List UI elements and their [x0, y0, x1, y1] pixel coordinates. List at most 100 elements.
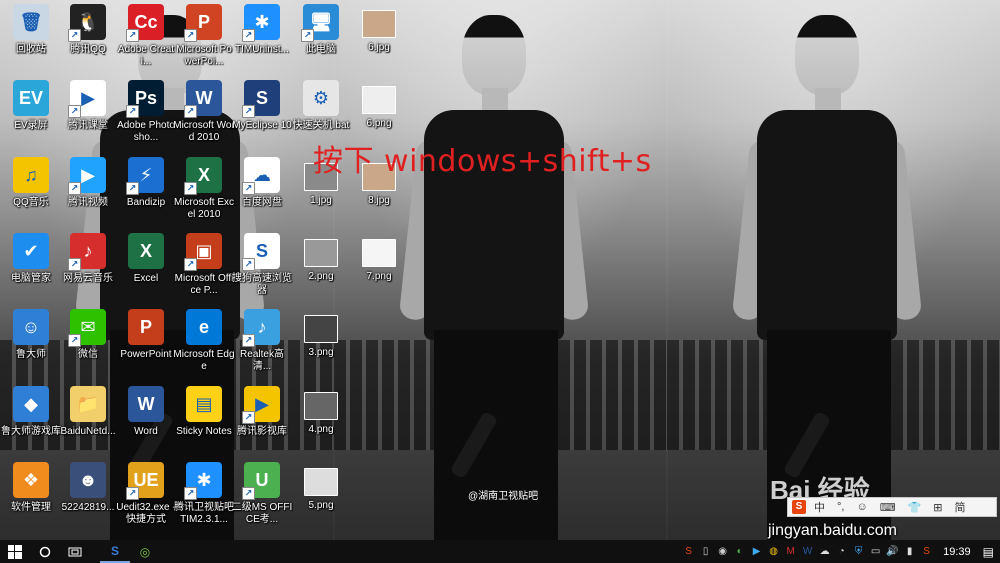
ime-toolbar-item[interactable]: 简	[951, 499, 970, 515]
software-manager-icon: ❖	[13, 462, 49, 498]
shortcut-arrow-icon: ↗	[68, 334, 81, 347]
desktop-icon-label: 鲁大师游戏库	[1, 426, 61, 437]
desktop-icon[interactable]: ▶ ↗ 腾讯影视库	[231, 386, 293, 438]
desktop-icon[interactable]: ⚡ ↗ Bandizip	[115, 157, 177, 209]
desktop-icon[interactable]: ☁ ↗ 百度网盘	[231, 157, 293, 209]
desktop-icon-label: BaiduNetd...	[60, 426, 116, 437]
instruction-overlay-text: 按下 windows+shift+s	[313, 144, 652, 179]
desktop-icon[interactable]: P PowerPoint	[115, 309, 177, 361]
desktop-icon-label: 52242819...	[61, 502, 115, 513]
desktop-icon[interactable]: S ↗ 搜狗高速浏览器	[231, 233, 293, 297]
desktop-icon-label: 搜狗高速浏览器	[232, 273, 292, 296]
desktop-icon[interactable]: Cc ↗ Adobe Creati...	[115, 4, 177, 68]
desktop-icon[interactable]: S ↗ MyEclipse 10	[231, 80, 293, 132]
desktop-icon[interactable]: 5.png	[290, 462, 352, 512]
image-thumb-icon	[304, 392, 338, 420]
taskbar-clock[interactable]: 19:39	[943, 546, 971, 558]
shortcut-arrow-icon: ↗	[242, 411, 255, 424]
desktop-icon[interactable]: 🖥 ↗ 此电脑	[290, 4, 352, 56]
desktop-icon[interactable]: 2.png	[290, 233, 352, 283]
desktop-icon[interactable]: P ↗ Microsoft PowerPoi...	[173, 4, 235, 68]
desktop-icon[interactable]: ▶ ↗ 腾讯视频	[57, 157, 119, 209]
usb-tray-icon[interactable]: ▯	[699, 545, 712, 558]
desktop-icon[interactable]: ♪ ↗ Realtek高清...	[231, 309, 293, 373]
baidu-netdisk-icon: 📁	[70, 386, 106, 422]
desktop-icon-label: 腾讯影视库	[237, 426, 287, 437]
desktop-icon[interactable]: 7.png	[348, 233, 410, 283]
ime-toolbar-item[interactable]: 中	[810, 499, 829, 515]
wifi-tray-icon[interactable]: ◔	[835, 545, 848, 558]
desktop-icon[interactable]: W ↗ Microsoft Word 2010	[173, 80, 235, 144]
cortana-icon[interactable]	[30, 540, 60, 563]
volume-tray-icon[interactable]: 🔊	[886, 545, 899, 558]
desktop-icon-label: 6.jpg	[368, 42, 390, 53]
desktop-icon[interactable]: ✱ ↗ TIMUninst...	[231, 4, 293, 56]
desktop-icon-label: Word	[134, 426, 158, 437]
ime-toolbar-item[interactable]: ☺	[852, 501, 871, 513]
desktop-icon[interactable]: ✱ ↗ 腾讯卫视贴吧 TIM2.3.1...	[173, 462, 235, 526]
desktop-icon[interactable]: W Word	[115, 386, 177, 438]
shortcut-arrow-icon: ↗	[68, 105, 81, 118]
desktop-icon[interactable]: ✉ ↗ 微信	[57, 309, 119, 361]
realtek-icon: ♪ ↗	[242, 309, 280, 347]
desktop-icon[interactable]: Ps ↗ Adobe Photosho...	[115, 80, 177, 144]
desktop-icon-label: 回收站	[16, 44, 46, 55]
windows-start-icon[interactable]	[0, 540, 30, 563]
word-tray-icon[interactable]: W	[801, 545, 814, 558]
desktop-icon[interactable]: EV EV录屏	[0, 80, 62, 132]
security-tray-icon[interactable]: ◍	[767, 545, 780, 558]
desktop-icon[interactable]: 🐧 ↗ 腾讯QQ	[57, 4, 119, 56]
notification-icon[interactable]: ▤	[983, 545, 994, 559]
battery-tray-icon[interactable]: ▮	[903, 545, 916, 558]
desktop-icon[interactable]: ♫ QQ音乐	[0, 157, 62, 209]
desktop-icon[interactable]: ❖ 软件管理	[0, 462, 62, 514]
desktop-icon[interactable]: 4.png	[290, 386, 352, 436]
network-status-tray-icon[interactable]: ◉	[716, 545, 729, 558]
shortcut-arrow-icon: ↗	[126, 105, 139, 118]
desktop-icon[interactable]: ▶ ↗ 腾讯课堂	[57, 80, 119, 132]
desktop-icon[interactable]: 3.png	[290, 309, 352, 359]
sogou-ime-toolbar[interactable]: S 中 °, ☺ ⌨ 👕 ⊞ 简	[787, 497, 997, 517]
sogou-ime-tray-icon[interactable]: S	[682, 545, 695, 558]
ms-office-exam-taskbar-icon[interactable]: ◎	[130, 540, 160, 563]
desktop-icon[interactable]: ◆ 鲁大师游戏库	[0, 386, 62, 438]
desktop-icon[interactable]: X ↗ Microsoft Excel 2010	[173, 157, 235, 221]
ime-toolbar-item[interactable]: ⊞	[929, 501, 946, 514]
desktop-icon[interactable]: 📁 BaiduNetd...	[57, 386, 119, 438]
mcafee-tray-icon[interactable]: M	[784, 545, 797, 558]
desktop-icon[interactable]: e Microsoft Edge	[173, 309, 235, 373]
shortcut-arrow-icon: ↗	[242, 258, 255, 271]
recycle-bin-icon: 🗑	[13, 4, 49, 40]
desktop-icon[interactable]: UE ↗ Uedit32.exe - 快捷方式	[115, 462, 177, 526]
shortcut-arrow-icon: ↗	[184, 29, 197, 42]
sogou-browser-taskbar-icon[interactable]: S	[100, 540, 130, 563]
media-tray-icon[interactable]: ▶	[750, 545, 763, 558]
desktop-icon[interactable]: 🗑 回收站	[0, 4, 62, 56]
desktop-icon[interactable]: ▣ ↗ Microsoft Office P...	[173, 233, 235, 297]
cloud-tray-icon[interactable]: ☁	[818, 545, 831, 558]
display-tray-icon[interactable]: ▭	[869, 545, 882, 558]
desktop-icon[interactable]: U ↗ 二级MS OFFICE考...	[231, 462, 293, 526]
bandizip-icon: ⚡ ↗	[126, 157, 164, 195]
sogou-logo-icon[interactable]: S	[792, 500, 806, 514]
office-picture-icon: ▣ ↗	[184, 233, 222, 271]
desktop-icon[interactable]: 6.png	[348, 80, 410, 130]
shortcut-arrow-icon: ↗	[68, 182, 81, 195]
desktop-icon[interactable]: ▤ Sticky Notes	[173, 386, 235, 438]
desktop-icon[interactable]: ☻ 52242819...	[57, 462, 119, 514]
this-pc-icon: 🖥 ↗	[301, 4, 339, 42]
desktop-icon-label: Uedit32.exe - 快捷方式	[116, 502, 176, 525]
task-view-icon[interactable]	[60, 540, 90, 563]
shield-tray-icon[interactable]: ⛨	[852, 545, 865, 558]
video-player-tray-icon[interactable]: ◐	[733, 545, 746, 558]
desktop-icon[interactable]: ☺ 鲁大师	[0, 309, 62, 361]
ime-toolbar-item[interactable]: ⌨	[876, 501, 900, 514]
ime-toolbar-item[interactable]: °,	[833, 501, 848, 513]
desktop-icon[interactable]: ✔ 电脑管家	[0, 233, 62, 285]
desktop-icon[interactable]: ⚙ 快速关机.bat	[290, 80, 352, 132]
sogou-input-tray-icon[interactable]: S	[920, 545, 933, 558]
ime-toolbar-item[interactable]: 👕	[904, 501, 926, 514]
desktop-icon[interactable]: 6.jpg	[348, 4, 410, 54]
desktop-icon[interactable]: ♪ ↗ 网易云音乐	[57, 233, 119, 285]
desktop-icon[interactable]: X Excel	[115, 233, 177, 285]
